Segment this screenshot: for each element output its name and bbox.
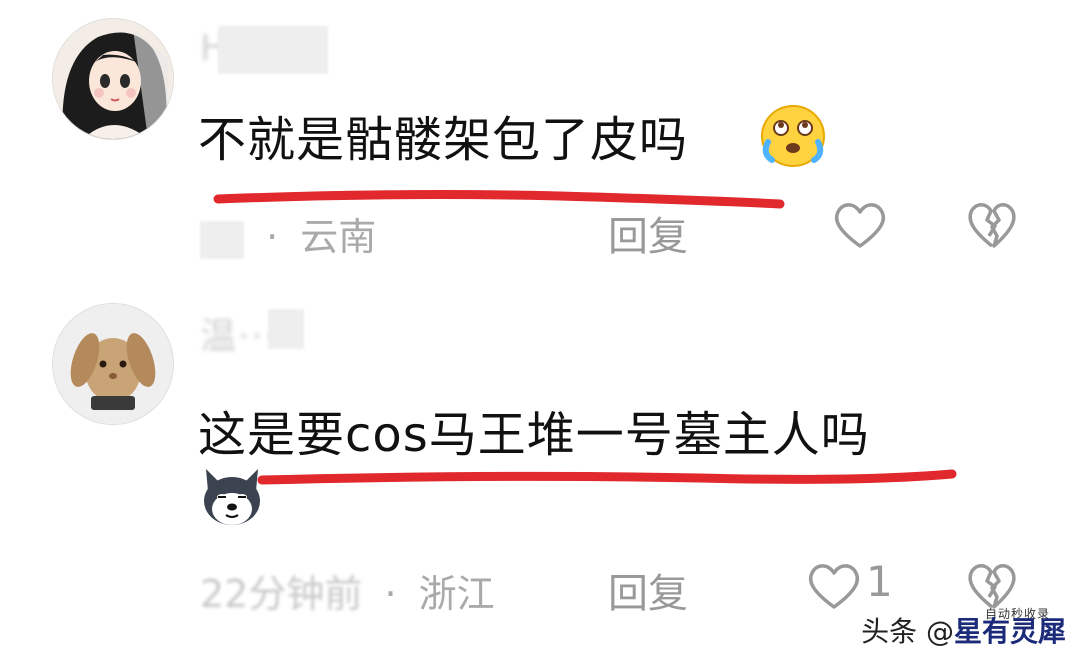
comment-meta: · 云南 <box>200 206 376 261</box>
username-mask <box>268 309 304 349</box>
crying-laughing-emoji <box>758 102 828 172</box>
comment-meta: 22分钟前 · 浙江 <box>200 563 495 618</box>
comment-text: 不就是骷髅架包了皮吗 <box>198 112 689 168</box>
comment-text: 这是要cos马王堆一号墓主人吗 <box>198 407 870 463</box>
comment-item: H··d·· 不就是骷髅架包了皮吗 · 云南 回复 <box>0 0 1080 290</box>
watermark-brand: 星有灵犀 <box>953 615 1066 648</box>
broken-heart-icon[interactable] <box>966 561 1018 611</box>
avatar[interactable] <box>52 303 174 425</box>
reply-button[interactable]: 回复 <box>608 561 688 619</box>
avatar[interactable] <box>52 18 174 140</box>
husky-dog-emoji <box>198 463 266 533</box>
username-mask <box>218 26 328 74</box>
comment-region: 浙江 <box>418 572 495 616</box>
reply-button[interactable]: 回复 <box>608 204 688 262</box>
broken-heart-icon[interactable] <box>966 200 1018 250</box>
comment-region: 云南 <box>300 215 377 259</box>
like-count: 1 <box>866 557 893 606</box>
comment-item: 温··· · 这是要cos马王堆一号墓主人吗 22分钟前 · 浙江 回复 1 <box>0 295 1080 640</box>
watermark: 头条 @星有灵犀 <box>861 610 1066 650</box>
comment-time: 22分钟前 <box>200 572 363 616</box>
watermark-prefix: 头条 @ <box>861 615 954 648</box>
heart-icon[interactable] <box>832 200 888 250</box>
separator-dot: · <box>266 215 279 259</box>
heart-icon[interactable] <box>806 561 862 611</box>
separator-dot: · <box>384 572 397 616</box>
time-mask <box>200 220 244 259</box>
